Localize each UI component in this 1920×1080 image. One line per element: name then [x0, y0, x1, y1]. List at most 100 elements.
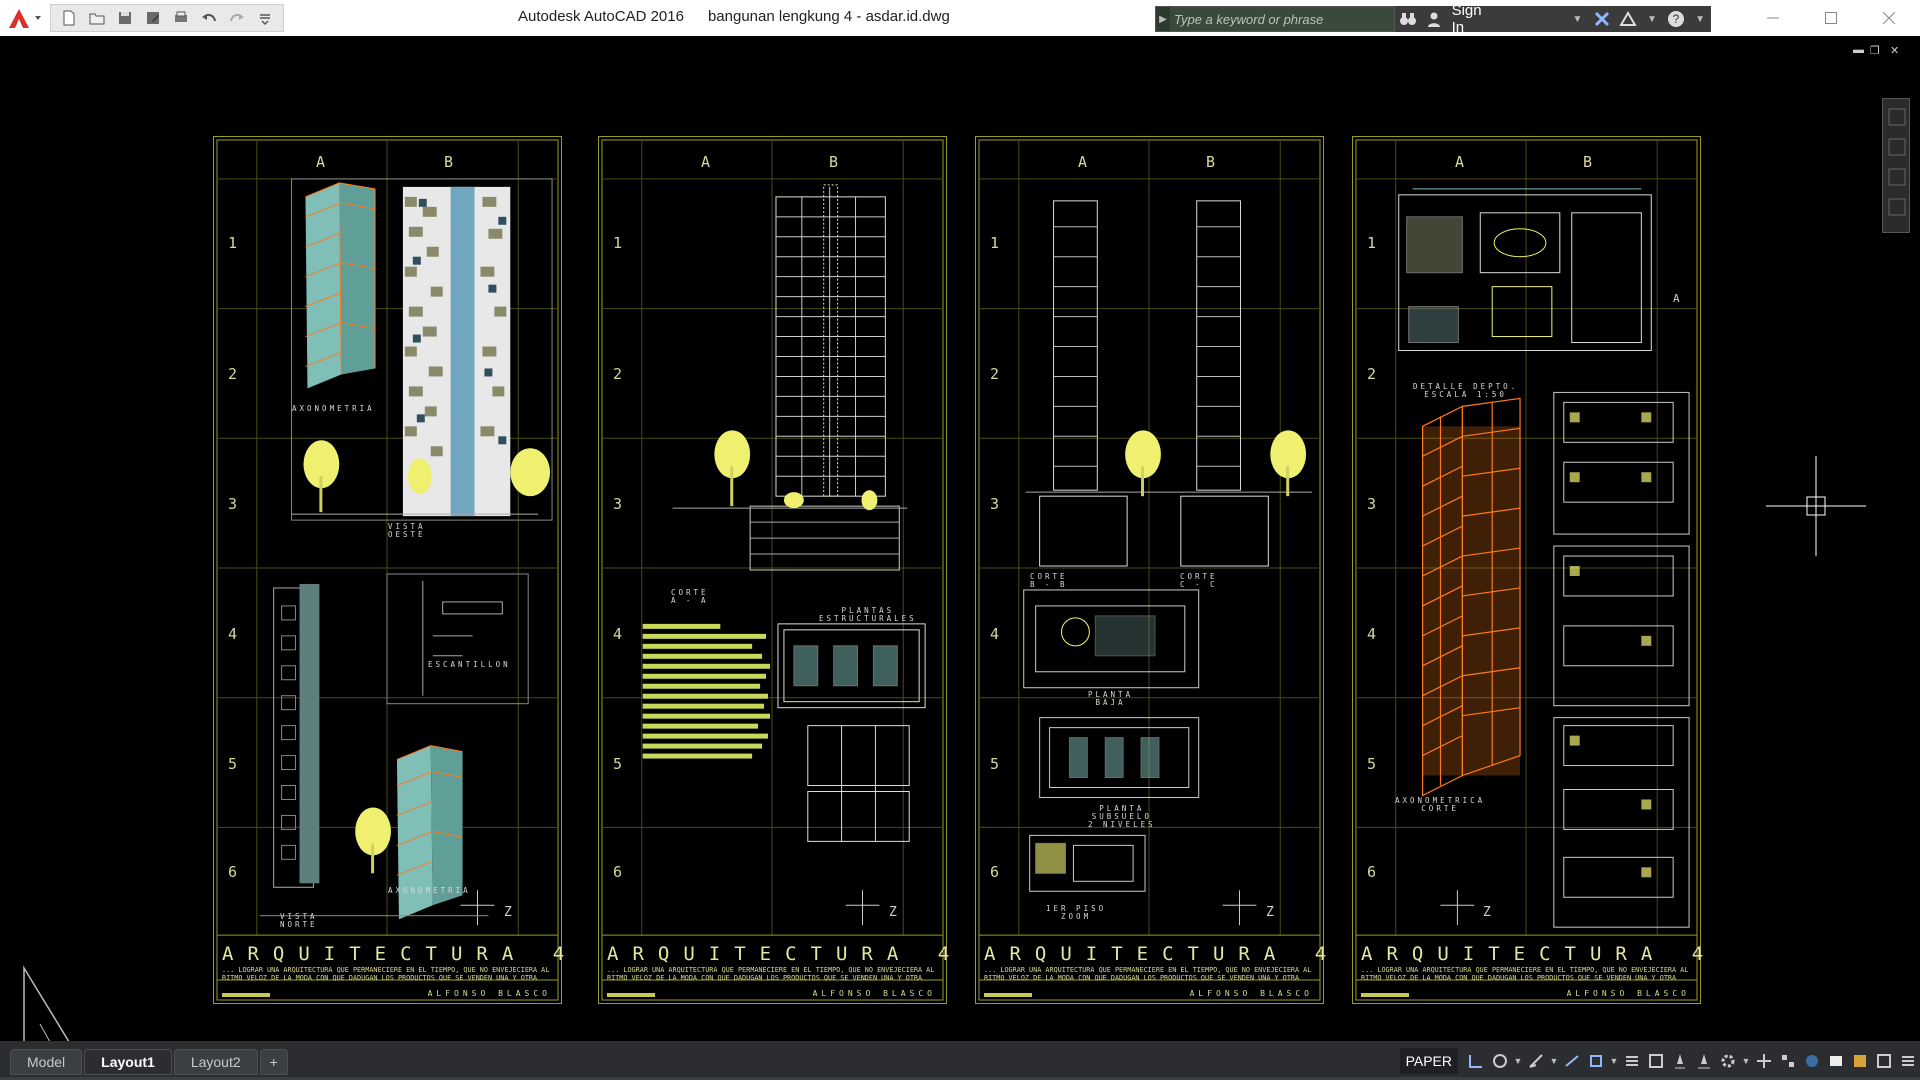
sheet-grid: [1355, 139, 1698, 1001]
status-toolbar: PAPER ▼ ▼ ▼ ▼: [1399, 1046, 1920, 1076]
label-axonometrica-corte: AXONOMETRICA CORTE: [1395, 796, 1486, 813]
row-label-2: 2: [1367, 365, 1377, 383]
annotation-scale-icon[interactable]: [1668, 1048, 1692, 1074]
navigation-bar[interactable]: [1882, 98, 1910, 233]
help-dropdown-icon[interactable]: ▼: [1689, 14, 1711, 25]
row-label-3: 3: [613, 495, 623, 513]
row-label-1: 1: [228, 234, 238, 252]
viewport-restore-icon[interactable]: ❐: [1870, 44, 1880, 57]
a360-dropdown-icon[interactable]: ▼: [1641, 14, 1663, 25]
tab-model[interactable]: Model: [10, 1049, 83, 1075]
quick-properties-icon[interactable]: [1800, 1048, 1824, 1074]
exchange-apps-icon[interactable]: [1588, 6, 1614, 32]
label-plantas-estructurales: PLANTAS ESTRUCTURALES: [819, 606, 917, 623]
sheet-title: ARQUITECTURA 4: [607, 943, 964, 965]
escantillon-detail-drawing: [422, 580, 503, 696]
help-icon[interactable]: ?: [1663, 6, 1689, 32]
status-bar: Model Layout1 Layout2 + PAPER ▼ ▼ ▼ ▼: [0, 1041, 1920, 1080]
lineweight-icon[interactable]: [1620, 1048, 1644, 1074]
column-label-a: A: [1455, 153, 1465, 171]
clean-screen-icon[interactable]: [1872, 1048, 1896, 1074]
tab-layout1[interactable]: Layout1: [84, 1049, 172, 1075]
redo-icon[interactable]: [223, 6, 251, 30]
row-label-5: 5: [990, 755, 1000, 773]
row-label-3: 3: [228, 495, 238, 513]
label-axonometria: AXONOMETRIA: [292, 404, 375, 413]
apartment-detail-plan-drawing: [1398, 188, 1652, 352]
polar-tracking-icon[interactable]: [1524, 1048, 1548, 1074]
workspace-dropdown-icon[interactable]: ▼: [1740, 1056, 1752, 1066]
axonometric-tower-drawing: [305, 182, 376, 389]
section-aa-drawing: [672, 184, 908, 571]
drawing-canvas[interactable]: ▬ ❐ ✕ A B 1 2 3 4 5 6 AXONOMETRIA VISTA …: [0, 36, 1920, 1051]
label-corte-cc: CORTE C - C: [1180, 572, 1218, 589]
sheet-scale-bar: [984, 993, 1032, 997]
save-icon[interactable]: [111, 6, 139, 30]
a360-icon[interactable]: [1615, 6, 1641, 32]
layout-sheet-1: A B 1 2 3 4 5 6 AXONOMETRIA VISTA OESTE …: [213, 136, 564, 1004]
customize-icon[interactable]: [251, 6, 279, 30]
grid-snap-icon[interactable]: [1464, 1048, 1488, 1074]
binoculars-icon[interactable]: [1395, 6, 1421, 32]
add-layout-button[interactable]: +: [259, 1049, 288, 1075]
paper-space-toggle[interactable]: PAPER: [1399, 1048, 1458, 1074]
row-label-3: 3: [990, 495, 1000, 513]
column-label-b: B: [1583, 153, 1593, 171]
osnap-dropdown-icon[interactable]: ▼: [1608, 1056, 1620, 1066]
new-icon[interactable]: [55, 6, 83, 30]
viewport-close-icon[interactable]: ✕: [1890, 44, 1899, 57]
annotation-visibility-icon[interactable]: [1692, 1048, 1716, 1074]
layout-sheet-3: A B 1 2 3 4 5 6 CORTE B - B CORTE C - C …: [975, 136, 1326, 1004]
sheet-grid: [216, 139, 559, 1001]
label-corte-bb: CORTE B - B: [1030, 572, 1068, 589]
sheet-author: ALFONSO BLASCO: [1566, 989, 1690, 998]
label-escantillon: ESCANTILLON: [428, 660, 511, 669]
print-icon[interactable]: [167, 6, 195, 30]
model-space-icon[interactable]: [1644, 1048, 1668, 1074]
save-as-icon[interactable]: [139, 6, 167, 30]
row-label-3: 3: [1367, 495, 1377, 513]
workspace-gear-icon[interactable]: [1716, 1048, 1740, 1074]
polar-dropdown-icon[interactable]: ▼: [1548, 1056, 1560, 1066]
minimize-button[interactable]: [1744, 0, 1802, 36]
rotate-dropdown-icon[interactable]: ▼: [1512, 1056, 1524, 1066]
row-label-2: 2: [228, 365, 238, 383]
isolate-objects-icon[interactable]: [1848, 1048, 1872, 1074]
close-button[interactable]: [1860, 0, 1918, 36]
row-label-1: 1: [990, 234, 1000, 252]
tree-drawings: [714, 430, 878, 511]
annotation-monitor-icon[interactable]: [1752, 1048, 1776, 1074]
units-icon[interactable]: [1776, 1048, 1800, 1074]
sign-in-button[interactable]: Sign In: [1448, 2, 1497, 36]
row-label-5: 5: [613, 755, 623, 773]
user-icon[interactable]: [1421, 6, 1447, 32]
search-input[interactable]: [1170, 7, 1394, 31]
planta-baja-drawing: [1023, 589, 1200, 689]
autocad-app-menu-icon[interactable]: [6, 6, 44, 30]
row-label-2: 2: [990, 365, 1000, 383]
sheet-description: ... LOGRAR UNA ARQUITECTURA QUE PERMANEC…: [222, 966, 550, 982]
search-box: ▶: [1155, 6, 1395, 32]
compass-label: Z: [504, 905, 512, 920]
sheet-scale-bar: [222, 993, 270, 997]
layout-sheet-4: A B 1 2 3 4 5 6 DETALLE DEPTO. ESCALA 1:…: [1352, 136, 1703, 1004]
tab-layout2[interactable]: Layout2: [173, 1049, 258, 1075]
isodraft-icon[interactable]: [1560, 1048, 1584, 1074]
row-label-6: 6: [228, 863, 238, 881]
rotate-icon[interactable]: [1488, 1048, 1512, 1074]
customization-menu-icon[interactable]: [1896, 1048, 1920, 1074]
maximize-button[interactable]: [1802, 0, 1860, 36]
search-expand-icon[interactable]: ▶: [1156, 14, 1170, 25]
viewport-minimize-icon[interactable]: ▬: [1853, 44, 1864, 56]
column-label-b: B: [1206, 153, 1216, 171]
hardware-acceleration-icon[interactable]: [1824, 1048, 1848, 1074]
sign-in-dropdown-icon[interactable]: ▼: [1566, 14, 1588, 25]
label-vista-oeste: VISTA OESTE: [388, 522, 426, 539]
sheet-title: ARQUITECTURA 4: [984, 943, 1341, 965]
label-vista-norte: VISTA NORTE: [280, 912, 318, 929]
label-planta-baja: PLANTA BAJA: [1088, 690, 1134, 707]
open-icon[interactable]: [83, 6, 111, 30]
object-snap-icon[interactable]: [1584, 1048, 1608, 1074]
undo-icon[interactable]: [195, 6, 223, 30]
sheet-author: ALFONSO BLASCO: [1189, 989, 1313, 998]
